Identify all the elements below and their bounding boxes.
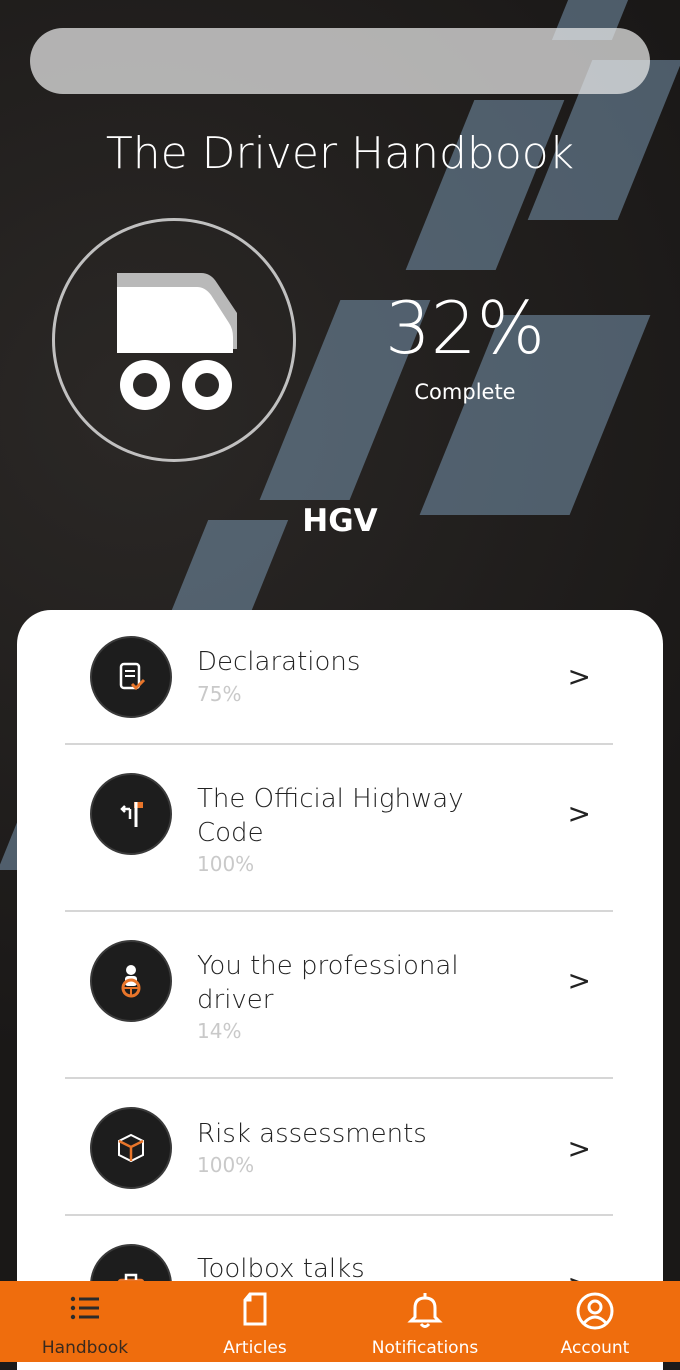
completion-label: Complete [414, 380, 516, 404]
tab-label: Articles [223, 1338, 287, 1358]
progress-ring [52, 218, 296, 462]
chevron-right-icon: > [567, 1132, 591, 1165]
driver-steering-icon [90, 940, 172, 1022]
tab-handbook[interactable]: Handbook [0, 1281, 170, 1362]
section-title: Risk assessments [197, 1119, 427, 1149]
vehicle-type-label: HGV [302, 503, 378, 539]
tab-label: Account [560, 1338, 630, 1358]
tab-articles[interactable]: Articles [170, 1281, 340, 1362]
section-title: You the professional driver [197, 951, 459, 1015]
completion-percent: 32% [384, 286, 546, 370]
section-row-declarations[interactable]: Declarations 75% > [65, 610, 613, 745]
section-percent: 100% [197, 852, 255, 876]
cube-icon [90, 1107, 172, 1189]
bottom-tab-bar: Handbook Articles Notifications Account [0, 1281, 680, 1362]
sections-card: Declarations 75% > The Official Highway … [17, 610, 663, 1370]
section-row-professional-driver[interactable]: You the professional driver 14% > [65, 912, 613, 1079]
section-percent: 100% [197, 1153, 255, 1177]
user-circle-icon [575, 1291, 615, 1335]
document-check-icon [90, 636, 172, 718]
tab-account[interactable]: Account [510, 1281, 680, 1362]
chevron-right-icon: > [567, 660, 591, 693]
truck-icon [113, 267, 241, 421]
list-icon [68, 1291, 102, 1329]
section-percent: 75% [197, 682, 242, 706]
chevron-right-icon: > [567, 964, 591, 997]
section-title: The Official Highway Code [197, 784, 464, 848]
section-title: Declarations [197, 647, 361, 677]
search-bar[interactable] [30, 28, 650, 94]
tab-notifications[interactable]: Notifications [340, 1281, 510, 1362]
bell-icon [407, 1291, 443, 1333]
tab-label: Notifications [371, 1338, 479, 1358]
section-row-highway-code[interactable]: The Official Highway Code 100% > [65, 745, 613, 912]
document-icon [238, 1291, 272, 1331]
road-sign-icon [90, 773, 172, 855]
section-row-risk-assessments[interactable]: Risk assessments 100% > [65, 1079, 613, 1216]
section-percent: 14% [197, 1019, 242, 1043]
page-title: The Driver Handbook [105, 128, 575, 179]
chevron-right-icon: > [567, 797, 591, 830]
tab-label: Handbook [41, 1338, 129, 1358]
